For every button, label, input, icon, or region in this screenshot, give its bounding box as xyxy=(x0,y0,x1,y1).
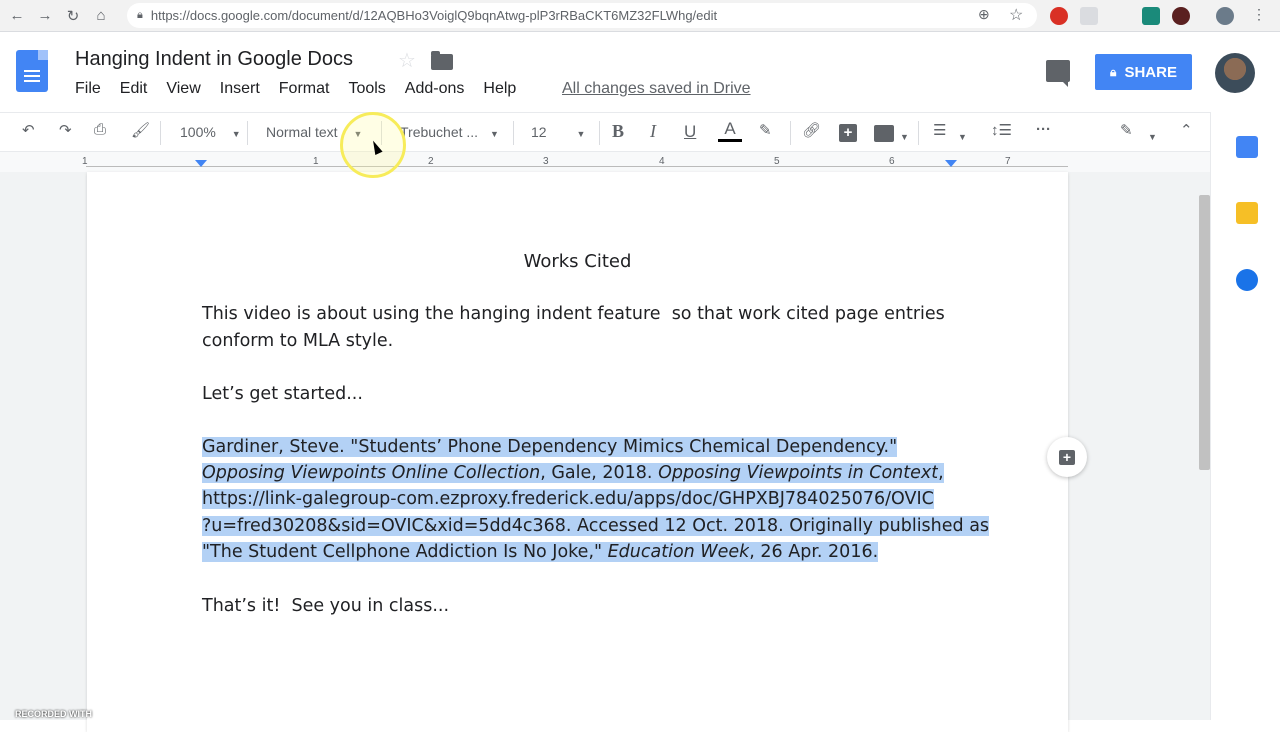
document-canvas: Works Cited This video is about using th… xyxy=(0,172,1210,732)
ruler-number: 2 xyxy=(428,156,434,167)
avatar[interactable] xyxy=(1215,53,1255,93)
ruler-number: 6 xyxy=(889,156,895,167)
side-panel xyxy=(1210,112,1280,720)
add-comment-icon: + xyxy=(1059,449,1075,465)
left-indent-marker[interactable] xyxy=(195,160,207,167)
menu-insert[interactable]: Insert xyxy=(220,80,260,98)
italic-button[interactable]: I xyxy=(650,121,656,142)
align-left-icon[interactable]: ☰ xyxy=(933,121,946,139)
paragraph-closing: That’s it! See you in class... xyxy=(202,596,450,616)
menu-view[interactable]: View xyxy=(166,80,200,98)
document-title[interactable]: Hanging Indent in Google Docs xyxy=(75,48,353,71)
redo-icon[interactable]: ↷ xyxy=(59,121,72,139)
undo-icon[interactable]: ↶ xyxy=(22,121,35,139)
paint-format-icon[interactable]: 🖌︎ xyxy=(131,121,150,139)
zoom-value: 100% xyxy=(180,124,216,140)
citation-line-4: ?u=fred30208&sid=OVIC&xid=5dd4c368. Acce… xyxy=(202,516,990,536)
address-bar[interactable]: 🔒︎ https://docs.google.com/document/d/12… xyxy=(127,3,1037,28)
insert-link-icon[interactable]: 🔗︎ xyxy=(802,121,821,139)
underline-button[interactable]: U xyxy=(684,122,696,142)
url-text: https://docs.google.com/document/d/12AQB… xyxy=(150,8,718,23)
menu-addons[interactable]: Add-ons xyxy=(405,80,465,98)
keep-icon[interactable] xyxy=(1236,202,1258,224)
browser-toolbar: ← → ↻ ⌂ 🔒︎ https://docs.google.com/docum… xyxy=(0,0,1280,32)
insert-image-icon[interactable] xyxy=(874,125,894,142)
line-spacing-icon[interactable]: ↕☰ xyxy=(991,121,1012,139)
scrollbar[interactable] xyxy=(1199,195,1210,470)
add-comment-button[interactable]: + xyxy=(1047,437,1087,477)
recording-watermark: RECORDED WITH xyxy=(15,709,92,719)
highlight-color-icon[interactable]: ✎ xyxy=(759,121,772,139)
docs-header: Hanging Indent in Google Docs ☆ File Edi… xyxy=(0,32,1280,112)
browser-menu-icon[interactable]: ⋮ xyxy=(1252,6,1266,23)
font-value: Trebuchet ... xyxy=(400,124,479,140)
share-label: SHARE xyxy=(1124,63,1177,81)
share-button[interactable]: 🔒︎ SHARE xyxy=(1095,54,1192,90)
editing-mode-icon[interactable]: ✎ xyxy=(1120,121,1133,139)
menu-edit[interactable]: Edit xyxy=(120,80,148,98)
paragraph-intro-line-1: This video is about using the hanging in… xyxy=(202,304,945,324)
collapse-menus-icon[interactable]: ⌃ xyxy=(1180,121,1193,139)
font-size-select[interactable]: 12 ▼ xyxy=(531,124,585,140)
citation-line-5: "The Student Cellphone Addiction Is No J… xyxy=(202,542,879,562)
formatting-toolbar: ↶ ↷ ⎙ 🖌︎ 100% ▼ Normal text ▼ Trebuchet … xyxy=(0,112,1210,152)
browser-avatar[interactable] xyxy=(1216,7,1234,25)
citation-line-3: https://link-galegroup-com.ezproxy.frede… xyxy=(202,489,934,509)
comments-icon[interactable] xyxy=(1046,60,1070,87)
saved-status[interactable]: All changes saved in Drive xyxy=(562,80,751,98)
works-cited-heading: Works Cited xyxy=(523,251,632,272)
more-icon[interactable]: ··· xyxy=(1036,121,1051,138)
font-size-value: 12 xyxy=(531,124,547,140)
ruler-number: 5 xyxy=(774,156,780,167)
reload-icon[interactable]: ↻ xyxy=(62,5,84,27)
tasks-icon[interactable] xyxy=(1236,269,1258,291)
back-icon[interactable]: ← xyxy=(6,5,28,27)
paragraph-started: Let’s get started... xyxy=(202,384,363,404)
bold-button[interactable]: B xyxy=(612,121,624,142)
font-select[interactable]: Trebuchet ... ▼ xyxy=(400,124,499,140)
menu-tools[interactable]: Tools xyxy=(348,80,385,98)
zoom-select[interactable]: 100% ▼ xyxy=(180,124,241,140)
menu-bar: File Edit View Insert Format Tools Add-o… xyxy=(75,80,535,98)
ruler-number: 1 xyxy=(313,156,319,167)
paragraph-intro-line-2: conform to MLA style. xyxy=(202,331,394,351)
extension-icon[interactable] xyxy=(1080,7,1098,25)
ruler-number: 4 xyxy=(659,156,665,167)
citation-line-2: Opposing Viewpoints Online Collection, G… xyxy=(202,463,944,483)
text-color-button[interactable]: A xyxy=(718,119,742,142)
right-indent-marker[interactable] xyxy=(945,160,957,167)
lock-icon: 🔒︎ xyxy=(137,9,143,21)
screencast-extension-icon[interactable] xyxy=(1142,7,1160,25)
ruler-number: 3 xyxy=(543,156,549,167)
insert-comment-icon[interactable]: + xyxy=(839,124,857,142)
home-icon[interactable]: ⌂ xyxy=(90,5,112,27)
zoom-icon[interactable]: ⊕ xyxy=(978,6,990,23)
opera-extension-icon[interactable] xyxy=(1050,7,1068,25)
forward-icon[interactable]: → xyxy=(34,5,56,27)
menu-file[interactable]: File xyxy=(75,80,101,98)
menu-help[interactable]: Help xyxy=(483,80,516,98)
ruler-number: 1 xyxy=(82,156,88,167)
style-value: Normal text xyxy=(266,124,338,140)
docs-logo-icon[interactable] xyxy=(16,50,48,92)
ruler-number: 7 xyxy=(1005,156,1011,167)
folder-icon[interactable] xyxy=(431,51,453,70)
bookmark-star-icon[interactable]: ☆ xyxy=(1009,5,1023,25)
ruler: 1 1 2 3 4 5 6 7 xyxy=(0,152,1210,172)
menu-format[interactable]: Format xyxy=(279,80,330,98)
print-icon[interactable]: ⎙ xyxy=(94,121,106,138)
citation-line-1: Gardiner, Steve. "Students’ Phone Depend… xyxy=(202,437,898,457)
star-icon[interactable]: ☆ xyxy=(398,48,416,73)
lock-icon: 🔒︎ xyxy=(1110,64,1117,79)
calendar-icon[interactable] xyxy=(1236,136,1258,158)
document-page[interactable]: Works Cited This video is about using th… xyxy=(87,172,1068,732)
profile-extension-icon[interactable] xyxy=(1172,7,1190,25)
